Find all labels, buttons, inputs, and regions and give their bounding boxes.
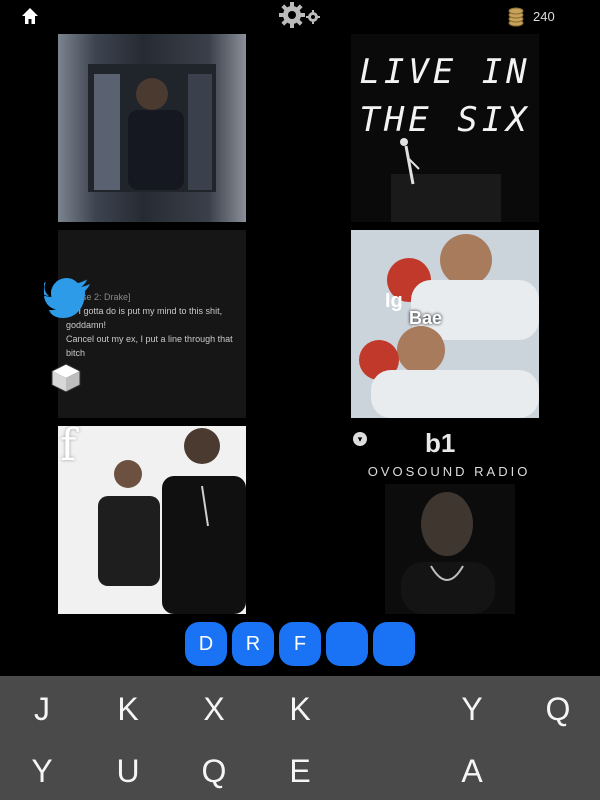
coin-count: 240 xyxy=(533,9,555,24)
facebook-f-letter: f xyxy=(60,426,77,471)
coins-icon xyxy=(508,7,524,27)
letter-key-empty[interactable] xyxy=(358,744,414,798)
beats1-logo: b1 xyxy=(425,428,456,458)
dancers-photo-image xyxy=(98,428,246,614)
letter-key[interactable]: Q xyxy=(530,682,586,736)
performer-silhouette-image xyxy=(391,138,501,222)
letter-key[interactable]: X xyxy=(186,682,242,736)
letter-keyboard: J K X K Y Q Y U Q E A xyxy=(0,676,600,800)
answer-slot-4[interactable] xyxy=(326,622,368,666)
chevron-down-icon[interactable]: ▾ xyxy=(353,432,367,446)
clue-tile-live-in-the-six[interactable]: LIVE IN THE SIX xyxy=(351,34,539,222)
ig-caption: Ig xyxy=(385,290,403,312)
radio-station-name: OVOSOUND RADIO xyxy=(367,464,531,479)
top-bar: 240 xyxy=(0,0,600,34)
clue-tile-lyrics[interactable]: [Verse 2: Drake] All I gotta do is put m… xyxy=(58,230,246,418)
settings-gear-icon[interactable] xyxy=(278,0,324,30)
clue-tile-bae[interactable]: Ig Bae xyxy=(351,230,539,418)
answer-slot-3[interactable]: F xyxy=(279,622,321,666)
letter-key-empty[interactable] xyxy=(530,744,586,798)
answer-slot-5[interactable] xyxy=(373,622,415,666)
twitter-bird-icon[interactable] xyxy=(44,278,92,318)
clue-tile-radio[interactable]: ▾ b1 OVOSOUND RADIO xyxy=(351,426,539,614)
answer-slot-1[interactable]: D xyxy=(185,622,227,666)
clue-tile-photo[interactable] xyxy=(58,34,246,222)
artist-portrait-image xyxy=(385,484,515,614)
letter-key[interactable]: E xyxy=(272,744,328,798)
letter-key[interactable]: K xyxy=(272,682,328,736)
cube-icon[interactable] xyxy=(50,362,82,394)
letter-key-empty[interactable] xyxy=(358,682,414,736)
letter-key[interactable]: Y xyxy=(444,682,500,736)
letter-key[interactable]: K xyxy=(100,682,156,736)
clue-tile-dance[interactable]: f xyxy=(58,426,246,614)
bae-caption: Bae xyxy=(409,308,443,328)
lyric-line: bitch xyxy=(66,348,86,358)
answer-slot-2[interactable]: R xyxy=(232,622,274,666)
lyric-line: Cancel out my ex, I put a line through t… xyxy=(66,334,233,344)
person-photo-image xyxy=(88,64,216,192)
letter-key[interactable]: Q xyxy=(186,744,242,798)
lyric-line: goddamn! xyxy=(66,320,107,330)
home-icon[interactable] xyxy=(20,6,40,26)
letter-key[interactable]: U xyxy=(100,744,156,798)
couple-photo-image xyxy=(351,230,539,418)
letter-key[interactable]: Y xyxy=(14,744,70,798)
letter-key[interactable]: J xyxy=(14,682,70,736)
letter-key[interactable]: A xyxy=(444,744,500,798)
